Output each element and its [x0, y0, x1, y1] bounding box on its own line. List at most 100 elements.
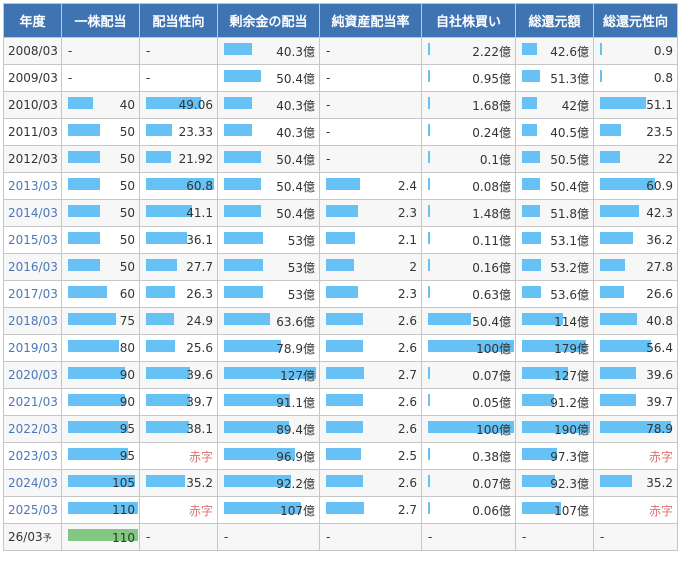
buyback-bar — [428, 259, 430, 271]
surplus-dividend-cell: 96.9億 — [217, 442, 320, 470]
col-header-buyback[interactable]: 自社株買い — [421, 3, 516, 38]
cell-value: 51.8億 — [550, 206, 589, 221]
doe-bar — [326, 475, 363, 487]
col-header-doe[interactable]: 純資産配当率 — [319, 3, 422, 38]
surplus-dividend-bar — [224, 70, 261, 82]
doe-cell: 2.4 — [319, 172, 422, 200]
surplus-dividend-cell: 50.4億 — [217, 64, 320, 92]
total-return-ratio-bar — [600, 70, 602, 82]
payout-ratio-cell: 36.1 — [139, 226, 218, 254]
cell-value: 2.22億 — [472, 44, 511, 59]
cell-value: 50.4億 — [276, 179, 315, 194]
doe-bar — [326, 313, 363, 325]
cell-value: 50.5億 — [550, 152, 589, 167]
deficit-label: 赤字 — [648, 503, 673, 518]
table-row: 2022/03 95 38.1 89.4億 2.6 100億 190億 78.9 — [3, 415, 678, 443]
surplus-dividend-bar — [224, 340, 281, 352]
year-cell[interactable]: 2020/03 — [3, 361, 62, 389]
year-cell[interactable]: 2025/03 — [3, 496, 62, 524]
year-cell[interactable]: 2021/03 — [3, 388, 62, 416]
cell-value: 51.3億 — [550, 71, 589, 86]
cell-value: 107億 — [554, 503, 589, 518]
cell-value: 60 — [119, 287, 135, 301]
total-return-ratio-cell: 赤字 — [593, 496, 678, 524]
col-header-total-return-ratio[interactable]: 総還元性向 — [593, 3, 678, 38]
dividend-per-share-bar — [68, 205, 100, 217]
year-label: 2015/03 — [8, 233, 58, 247]
cell-value: - — [326, 125, 331, 139]
cell-value: 2.6 — [397, 314, 417, 328]
doe-cell: - — [319, 118, 422, 146]
col-header-surplus-dividend[interactable]: 剰余金の配当 — [217, 3, 320, 38]
year-cell[interactable]: 2017/03 — [3, 280, 62, 308]
payout-ratio-cell: 35.2 — [139, 469, 218, 497]
surplus-dividend-bar — [224, 151, 261, 163]
col-header-total-return[interactable]: 総還元額 — [515, 3, 594, 38]
doe-cell: 2.6 — [319, 415, 422, 443]
buyback-cell: 0.24億 — [421, 118, 516, 146]
payout-ratio-cell: 49.06 — [139, 91, 218, 119]
total-return-bar — [522, 151, 540, 163]
payout-ratio-bar — [146, 421, 189, 433]
year-cell[interactable]: 2022/03 — [3, 415, 62, 443]
year-cell[interactable]: 2013/03 — [3, 172, 62, 200]
dividend-per-share-bar — [68, 421, 128, 433]
total-return-bar — [522, 286, 541, 298]
surplus-dividend-cell: - — [217, 523, 320, 551]
year-cell: 2008/03 — [3, 37, 62, 65]
total-return-ratio-bar — [600, 475, 632, 487]
doe-cell: 2.3 — [319, 280, 422, 308]
total-return-cell: - — [515, 523, 594, 551]
cell-value: 0.38億 — [472, 449, 511, 464]
dividend-per-share-cell: 50 — [61, 145, 140, 173]
total-return-cell: 42億 — [515, 91, 594, 119]
buyback-bar — [428, 43, 430, 55]
year-cell[interactable]: 2014/03 — [3, 199, 62, 227]
cell-value: 39.7 — [186, 395, 213, 409]
cell-value: - — [68, 44, 73, 58]
cell-value: 50 — [119, 152, 135, 166]
buyback-cell: 2.22億 — [421, 37, 516, 65]
cell-value: 127億 — [554, 368, 589, 383]
col-header-dividend-per-share[interactable]: 一株配当 — [61, 3, 140, 38]
year-cell[interactable]: 2018/03 — [3, 307, 62, 335]
cell-value: 105 — [112, 476, 135, 490]
total-return-ratio-cell: 39.6 — [593, 361, 678, 389]
year-cell[interactable]: 2015/03 — [3, 226, 62, 254]
buyback-cell: 100億 — [421, 415, 516, 443]
cell-value: 23.33 — [178, 125, 213, 139]
year-cell: 2009/03 — [3, 64, 62, 92]
cell-value: 127億 — [280, 368, 315, 383]
cell-value: 75 — [119, 314, 135, 328]
year-cell[interactable]: 2019/03 — [3, 334, 62, 362]
col-header-year[interactable]: 年度 — [3, 3, 62, 38]
dividend-per-share-cell: 60 — [61, 280, 140, 308]
dividend-per-share-cell: 105 — [61, 469, 140, 497]
payout-ratio-cell: 38.1 — [139, 415, 218, 443]
year-label: 2012/03 — [8, 152, 58, 166]
cell-value: 22 — [657, 152, 673, 166]
total-return-ratio-bar — [600, 151, 620, 163]
cell-value: 63.6億 — [276, 314, 315, 329]
payout-ratio-cell: 25.6 — [139, 334, 218, 362]
year-cell[interactable]: 2024/03 — [3, 469, 62, 497]
year-cell[interactable]: 2023/03 — [3, 442, 62, 470]
surplus-dividend-bar — [224, 43, 252, 55]
cell-value: 2.5 — [397, 449, 417, 463]
year-cell[interactable]: 2016/03 — [3, 253, 62, 281]
cell-value: 110 — [112, 530, 135, 545]
surplus-dividend-bar — [224, 313, 270, 325]
col-header-payout-ratio[interactable]: 配当性向 — [139, 3, 218, 38]
total-return-ratio-bar — [600, 313, 637, 325]
payout-ratio-cell: 39.7 — [139, 388, 218, 416]
doe-cell: 2.7 — [319, 361, 422, 389]
payout-ratio-cell: 23.33 — [139, 118, 218, 146]
total-return-cell: 91.2億 — [515, 388, 594, 416]
buyback-cell: 0.11億 — [421, 226, 516, 254]
cell-value: 38.1 — [186, 422, 213, 436]
surplus-dividend-cell: 107億 — [217, 496, 320, 524]
buyback-bar — [428, 448, 430, 460]
cell-value: 0.06億 — [472, 503, 511, 518]
doe-cell: 2.1 — [319, 226, 422, 254]
year-label: 26/03 — [8, 530, 43, 544]
